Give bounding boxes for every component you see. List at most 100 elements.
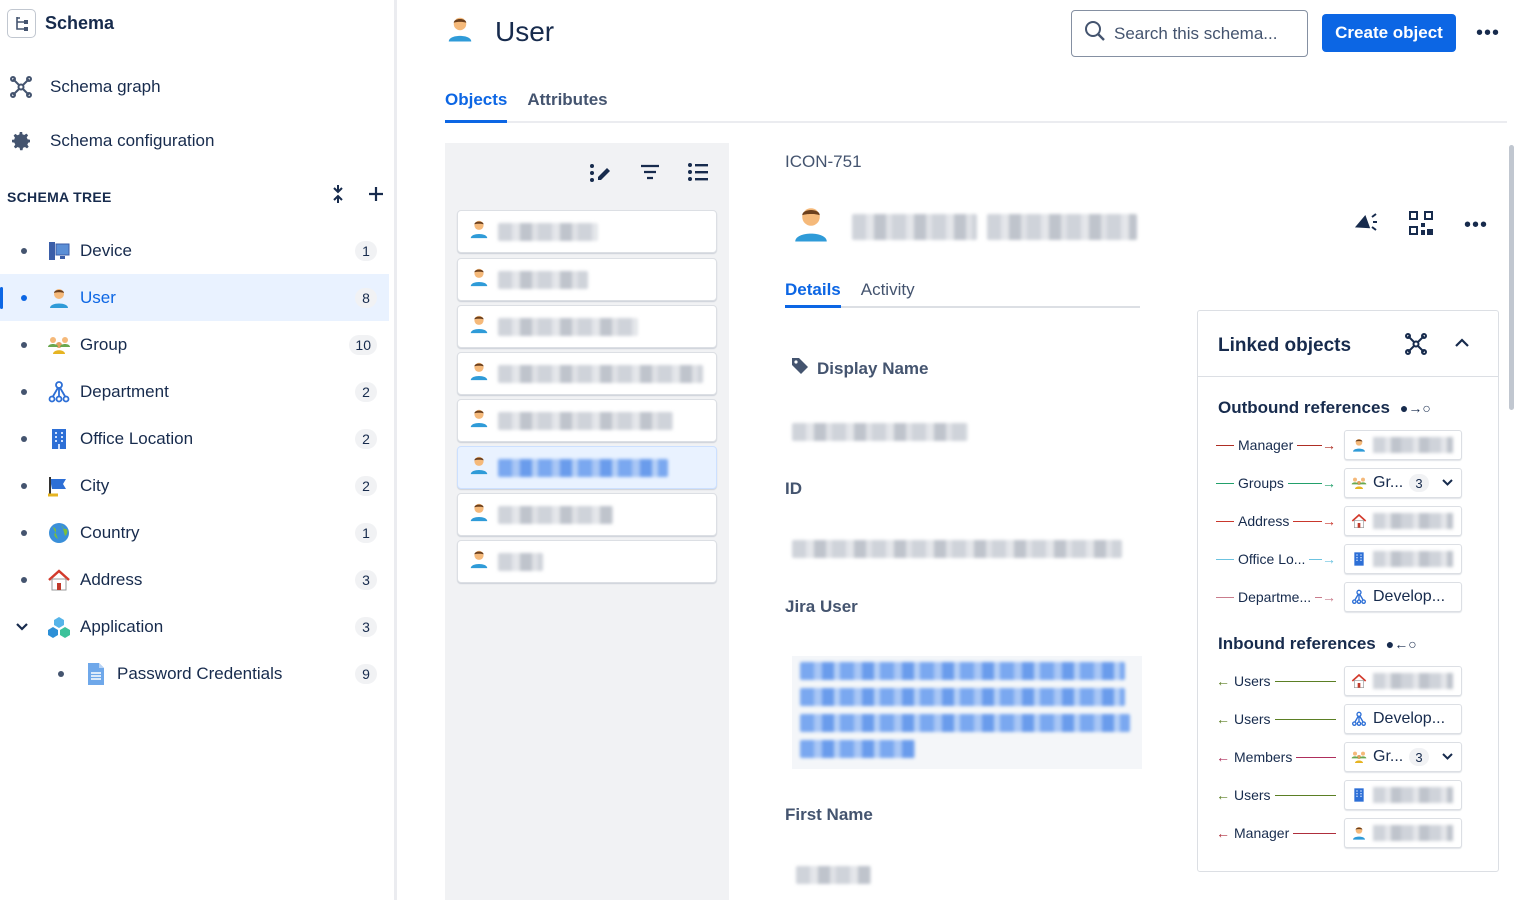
count-badge: 1 [355, 240, 377, 261]
filter-icon[interactable] [639, 161, 661, 190]
linked-object-chip[interactable] [1344, 666, 1462, 696]
graph-icon[interactable] [1404, 332, 1428, 361]
schema-graph-link[interactable]: Schema graph [8, 74, 161, 100]
linked-objects-title: Linked objects [1218, 335, 1352, 356]
user-icon [468, 407, 490, 434]
list-item[interactable] [457, 540, 717, 583]
megaphone-icon[interactable] [1352, 211, 1378, 240]
linked-object-chip[interactable] [1344, 544, 1462, 574]
redacted-value [1373, 551, 1453, 567]
inbound-reference-row[interactable]: ← Users [1216, 780, 1336, 810]
chip-label: Gr... [1373, 748, 1404, 765]
chevron-up-icon[interactable] [1454, 335, 1470, 353]
inbound-reference-row[interactable]: ← Users [1216, 666, 1336, 696]
arrow-left-icon: ← [1216, 787, 1230, 803]
detail-tabs: Details Activity [785, 280, 1140, 308]
linked-object-chip[interactable] [1344, 430, 1462, 460]
search-input[interactable]: Search this schema... [1071, 10, 1308, 57]
create-object-button[interactable]: Create object [1322, 14, 1456, 52]
linked-object-chip[interactable]: Gr... 3 [1344, 468, 1462, 498]
graph-icon [8, 74, 34, 100]
tab-details[interactable]: Details [785, 280, 841, 308]
list-item[interactable] [457, 352, 717, 395]
tree-item-user[interactable]: User 8 [0, 274, 389, 321]
office-icon [46, 426, 72, 452]
redacted-value [800, 740, 915, 758]
tree-item-office-location[interactable]: Office Location 2 [0, 415, 389, 462]
inbound-symbol: ●←○ [1385, 636, 1417, 652]
linked-object-chip[interactable]: Develop... [1344, 704, 1462, 734]
gear-icon [8, 128, 34, 154]
linked-object-chip[interactable] [1344, 818, 1462, 848]
search-placeholder: Search this schema... [1114, 23, 1278, 43]
outbound-reference-row[interactable]: Groups → [1216, 468, 1336, 498]
reference-label: Manager [1238, 437, 1294, 453]
collapse-all-icon[interactable] [331, 184, 345, 209]
linked-object-chip[interactable]: Gr... 3 [1344, 742, 1462, 772]
linked-object-chip[interactable] [1344, 780, 1462, 810]
add-object-type-icon[interactable] [367, 185, 385, 208]
qr-code-icon[interactable] [1408, 210, 1434, 241]
office-icon [1351, 551, 1367, 567]
reference-label: Manager [1234, 825, 1290, 841]
chevron-down-icon[interactable] [16, 620, 28, 634]
attr-first-name-label: First Name [785, 805, 873, 824]
tree-item-label: Group [80, 334, 128, 354]
outbound-reference-row[interactable]: Address → [1216, 506, 1336, 536]
list-item[interactable] [457, 258, 717, 301]
office-icon [1351, 787, 1367, 803]
main-tabs: Objects Attributes [445, 90, 1507, 123]
outbound-reference-row[interactable]: Office Lo... → [1216, 544, 1336, 574]
reference-line [1274, 794, 1336, 796]
tree-item-label: Application [80, 616, 164, 636]
page-header: User [445, 14, 554, 49]
count-badge: 3 [1409, 474, 1429, 492]
inbound-reference-row[interactable]: ← Members [1216, 742, 1336, 772]
bullet [58, 670, 64, 677]
tree-item-group[interactable]: Group 10 [0, 321, 389, 368]
tree-item-application[interactable]: Application 3 [0, 603, 389, 650]
reference-line [1315, 596, 1322, 598]
schema-header[interactable]: Schema [7, 9, 114, 38]
inbound-reference-row[interactable]: ← Users [1216, 704, 1336, 734]
reference-label: Users [1234, 787, 1271, 803]
tree-item-password-credentials[interactable]: Password Credentials 9 [0, 650, 389, 697]
tab-activity[interactable]: Activity [861, 280, 915, 306]
detail-scrollbar[interactable] [1509, 145, 1514, 410]
linked-object-chip[interactable]: Develop... [1344, 582, 1462, 612]
tree-item-city[interactable]: City 2 [0, 462, 389, 509]
list-item[interactable] [457, 305, 717, 348]
reference-line [1297, 444, 1322, 446]
outbound-reference-row[interactable]: Manager → [1216, 430, 1336, 460]
bullet [21, 482, 27, 489]
count-badge: 8 [355, 287, 377, 308]
tab-attributes[interactable]: Attributes [527, 90, 607, 121]
outbound-reference-row[interactable]: Departme... → [1216, 582, 1336, 612]
tree-item-department[interactable]: Department 2 [0, 368, 389, 415]
list-item[interactable] [457, 210, 717, 253]
sidebar: Schema Schema graph Schema configuration… [0, 0, 397, 900]
schema-graph-label: Schema graph [50, 77, 161, 96]
chevron-down-icon[interactable] [1442, 751, 1453, 763]
chip-label: Develop... [1373, 710, 1446, 727]
edit-list-icon[interactable] [589, 161, 613, 190]
more-actions-icon[interactable]: ••• [1464, 214, 1488, 237]
list-item-selected[interactable] [457, 446, 717, 489]
count-badge: 2 [355, 381, 377, 402]
list-item[interactable] [457, 399, 717, 442]
redacted-name [498, 270, 588, 289]
linked-object-chip[interactable] [1344, 506, 1462, 536]
count-badge: 2 [355, 475, 377, 496]
more-actions-icon[interactable]: ••• [1476, 22, 1500, 45]
tree-item-country[interactable]: Country 1 [0, 509, 389, 556]
list-item[interactable] [457, 493, 717, 536]
tree-item-device[interactable]: Device 1 [0, 227, 389, 274]
inbound-reference-row[interactable]: ← Manager [1216, 818, 1336, 848]
reference-label: Users [1234, 673, 1271, 689]
chevron-down-icon[interactable] [1442, 477, 1453, 489]
list-view-icon[interactable] [687, 161, 709, 190]
redacted-value [1373, 825, 1453, 841]
tree-item-address[interactable]: Address 3 [0, 556, 389, 603]
schema-configuration-link[interactable]: Schema configuration [8, 128, 214, 154]
tab-objects[interactable]: Objects [445, 90, 508, 123]
